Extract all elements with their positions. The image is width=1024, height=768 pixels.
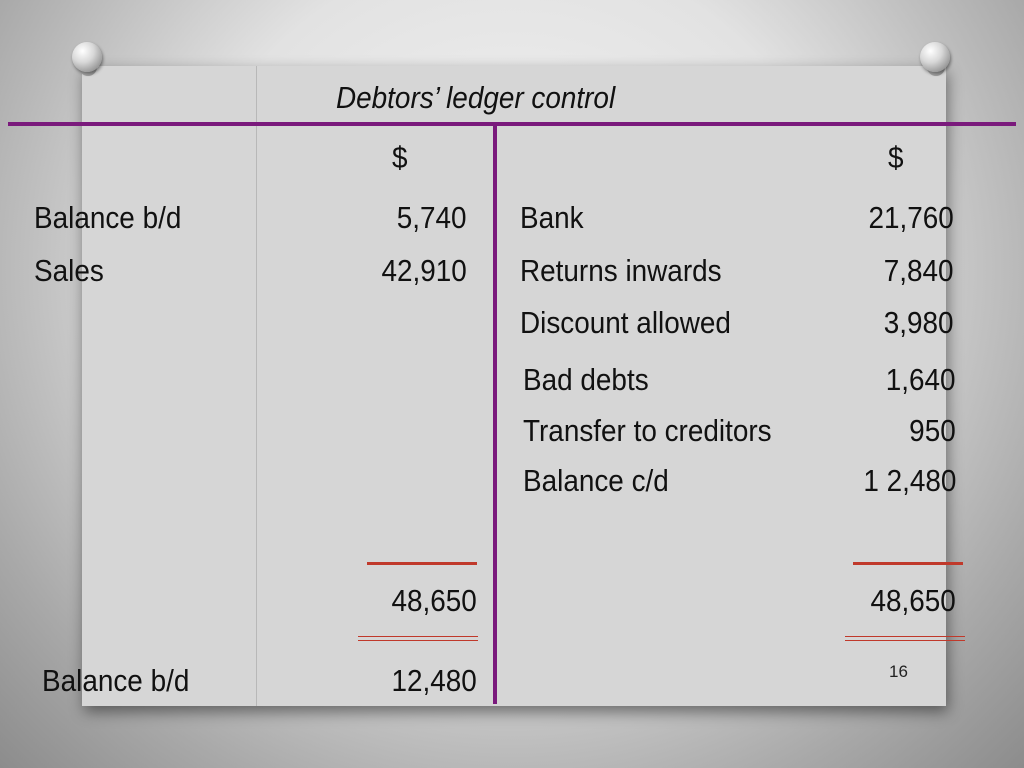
credit-amount: 1 2,480	[862, 463, 956, 498]
credit-amount: 950	[909, 413, 956, 448]
ledger-vertical-rule	[493, 126, 497, 704]
pin-left-icon	[72, 42, 102, 76]
slide-column-divider	[256, 66, 257, 706]
debit-amount: 42,910	[381, 253, 467, 288]
total-underline-right	[853, 562, 963, 565]
debit-amount: 5,740	[397, 200, 467, 235]
credit-label: Discount allowed	[520, 305, 731, 340]
closing-balance-amount: 12,480	[391, 663, 477, 698]
total-double-underline-right	[845, 636, 965, 641]
debit-label: Balance b/d	[34, 200, 182, 235]
credit-label: Transfer to creditors	[523, 413, 772, 448]
credit-label: Bank	[520, 200, 584, 235]
currency-header-left: $	[392, 140, 408, 175]
total-underline-left	[367, 562, 477, 565]
credit-label: Bad debts	[523, 362, 649, 397]
credit-total: 48,650	[870, 583, 956, 618]
closing-balance-label: Balance b/d	[42, 663, 190, 698]
credit-label: Balance c/d	[523, 463, 669, 498]
ledger-horizontal-rule	[8, 122, 1016, 126]
ledger-title: Debtors’ ledger control	[336, 80, 616, 115]
total-double-underline-left	[358, 636, 478, 641]
debit-label: Sales	[34, 253, 104, 288]
credit-amount: 21,760	[868, 200, 954, 235]
debit-total: 48,650	[391, 583, 477, 618]
slide-background	[82, 66, 946, 706]
credit-amount: 7,840	[884, 253, 954, 288]
credit-amount: 1,640	[886, 362, 956, 397]
credit-amount: 3,980	[884, 305, 954, 340]
pin-right-icon	[920, 42, 950, 76]
currency-header-right: $	[888, 140, 904, 175]
page-number: 16	[889, 662, 908, 681]
credit-label: Returns inwards	[520, 253, 722, 288]
